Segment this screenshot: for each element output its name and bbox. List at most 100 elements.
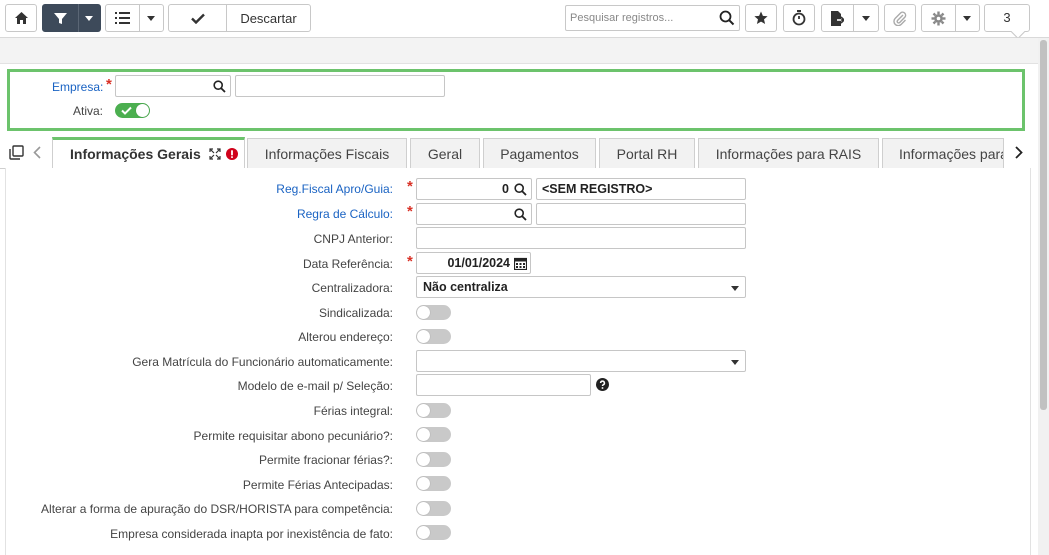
chevron-left-icon[interactable] [33, 146, 41, 159]
empresa-name-field[interactable] [235, 75, 445, 97]
data-referencia-field[interactable]: 01/01/2024 [416, 252, 531, 274]
empresa-label: Empresa: [52, 80, 104, 94]
settings-dropdown-icon[interactable] [956, 15, 979, 21]
data-referencia-label: Data Referência: [302, 257, 393, 271]
tab-informacoes-para[interactable]: Informações para [882, 138, 1004, 168]
settings-button[interactable] [921, 4, 980, 32]
help-icon[interactable] [596, 378, 609, 391]
tab-label: Pagamentos [500, 145, 579, 162]
tab-label: Informações para RAIS [715, 145, 862, 162]
filter-dropdown-icon[interactable] [79, 15, 100, 21]
tab-bar: Informações Gerais Informações Fiscais G… [0, 137, 1038, 169]
toolbar: Descartar 3 [0, 0, 1049, 38]
scrollbar[interactable] [1038, 38, 1049, 555]
record-counter[interactable]: 3 [984, 4, 1030, 32]
gear-icon [931, 11, 946, 25]
list-icon [114, 12, 130, 24]
dsr-horista-label: Alterar a forma de apuração do DSR/HORIS… [41, 502, 393, 516]
star-icon [754, 11, 768, 24]
tab-informacoes-rais[interactable]: Informações para RAIS [698, 138, 879, 168]
abono-toggle[interactable] [416, 427, 451, 442]
discard-button[interactable]: Descartar [227, 11, 310, 26]
attachment-button[interactable] [884, 4, 916, 32]
favorite-button[interactable] [745, 4, 777, 32]
alterou-endereco-toggle[interactable] [416, 329, 451, 344]
ferias-integral-label: Férias integral: [313, 404, 393, 418]
tab-informacoes-fiscais[interactable]: Informações Fiscais [247, 138, 407, 168]
error-icon [225, 148, 238, 160]
reg-fiscal-label: Reg.Fiscal Apro/Guia: [276, 182, 393, 196]
paperclip-icon [893, 11, 907, 26]
tab-label: Informações Fiscais [264, 145, 390, 162]
tab-label: Portal RH [616, 145, 678, 162]
sindicalizada-toggle[interactable] [416, 305, 451, 320]
file-export-icon [831, 10, 845, 26]
home-button[interactable] [5, 4, 37, 32]
header-panel: Empresa: * Ativa: [7, 69, 1025, 131]
regra-calculo-code-field[interactable] [416, 203, 532, 225]
tab-portal-rh[interactable]: Portal RH [599, 138, 695, 168]
tab-geral[interactable]: Geral [410, 138, 480, 168]
regra-calculo-label: Regra de Cálculo: [296, 207, 393, 221]
tab-label: Geral [427, 145, 463, 162]
save-discard-group: Descartar [168, 4, 311, 32]
dsr-horista-toggle[interactable] [416, 501, 451, 516]
sindicalizada-label: Sindicalizada: [318, 306, 393, 320]
chevron-down-icon [731, 360, 739, 365]
gera-matricula-select[interactable] [416, 350, 746, 372]
abono-label: Permite requisitar abono pecuniário?: [193, 429, 393, 443]
list-dropdown-icon[interactable] [140, 15, 163, 21]
filter-button[interactable] [42, 4, 101, 32]
alterou-endereco-label: Alterou endereço: [298, 330, 393, 344]
chevron-right-icon[interactable] [1015, 146, 1023, 159]
empresa-code-field[interactable] [115, 75, 231, 97]
copy-window-icon[interactable] [9, 145, 24, 160]
list-view-button[interactable] [105, 4, 164, 32]
ferias-antecipadas-toggle[interactable] [416, 476, 451, 491]
cnpj-anterior-label: CNPJ Anterior: [313, 232, 393, 246]
chevron-down-icon [731, 286, 739, 291]
tab-label: Informações para [899, 145, 1004, 162]
export-button[interactable] [821, 4, 879, 32]
gera-matricula-label: Gera Matrícula do Funcionário automatica… [132, 355, 393, 369]
filter-icon [53, 12, 67, 24]
centralizadora-select[interactable]: Não centraliza [416, 276, 746, 298]
tab-content: Reg.Fiscal Apro/Guia: * 0 <SEM REGISTRO>… [5, 168, 1031, 555]
tab-pagamentos[interactable]: Pagamentos [483, 138, 596, 168]
confirm-button[interactable] [169, 5, 226, 31]
fracionar-ferias-label: Permite fracionar férias?: [258, 453, 393, 467]
search-box [565, 5, 740, 31]
check-icon [121, 106, 132, 115]
timer-button[interactable] [783, 4, 815, 32]
sub-toolbar [0, 38, 1049, 64]
regra-calculo-desc-field[interactable] [536, 203, 746, 225]
tab-informacoes-gerais[interactable]: Informações Gerais [52, 137, 245, 168]
empresa-inapta-label: Empresa considerada inapta por inexistên… [110, 527, 393, 541]
tab-label: Informações Gerais [70, 146, 201, 162]
reg-fiscal-desc-field[interactable]: <SEM REGISTRO> [536, 178, 746, 200]
ativa-toggle[interactable] [115, 103, 150, 118]
cnpj-anterior-field[interactable] [416, 227, 746, 249]
search-icon[interactable] [719, 10, 735, 26]
required-marker: * [407, 203, 413, 220]
stopwatch-icon [792, 10, 806, 26]
export-dropdown-icon[interactable] [854, 15, 878, 21]
required-marker: * [106, 76, 112, 93]
centralizadora-label: Centralizadora: [311, 281, 393, 295]
modelo-email-field[interactable] [416, 374, 591, 396]
home-icon [14, 12, 28, 24]
search-input[interactable] [566, 6, 716, 30]
scrollbar-thumb[interactable] [1040, 40, 1047, 410]
search-icon[interactable] [213, 80, 226, 93]
check-icon [190, 13, 205, 24]
reg-fiscal-code-field[interactable]: 0 [416, 178, 532, 200]
required-marker: * [407, 178, 413, 195]
ferias-integral-toggle[interactable] [416, 403, 451, 418]
calendar-icon[interactable] [514, 257, 527, 270]
search-icon[interactable] [514, 183, 527, 196]
fracionar-ferias-toggle[interactable] [416, 452, 451, 467]
search-icon[interactable] [514, 208, 527, 221]
expand-icon[interactable] [209, 148, 221, 160]
empresa-inapta-toggle[interactable] [416, 525, 451, 540]
required-marker: * [407, 253, 413, 270]
